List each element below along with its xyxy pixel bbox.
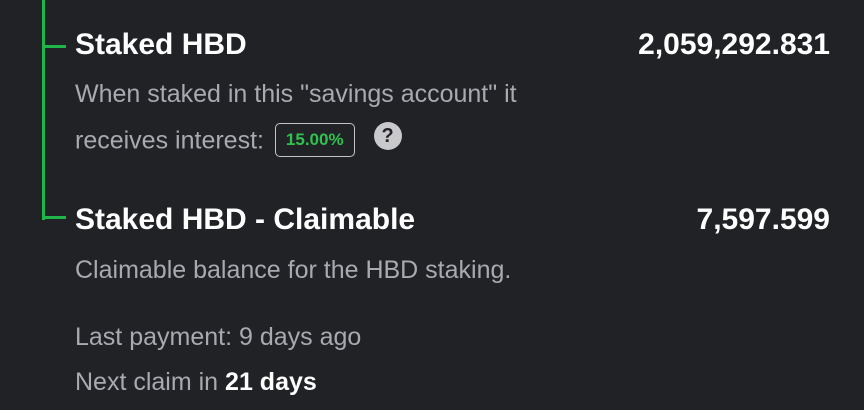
claimable-hbd-title: Staked HBD - Claimable	[75, 203, 416, 236]
claimable-hbd-description: Claimable balance for the HBD staking.	[75, 256, 512, 284]
tree-connector-line	[42, 0, 45, 220]
staked-hbd-title: Staked HBD	[75, 28, 247, 61]
interest-rate-badge: 15.00%	[274, 123, 355, 157]
staked-hbd-description-line1: When staked in this "savings account" it	[75, 80, 517, 108]
next-claim-label: Next claim in	[75, 368, 219, 396]
staked-hbd-amount: 2,059,292.831	[638, 28, 830, 61]
last-payment-text: Last payment: 9 days ago	[75, 323, 362, 351]
claimable-hbd-amount: 7,597.599	[696, 203, 830, 236]
staked-hbd-description-line2: receives interest: 15.00% ?	[75, 122, 402, 159]
next-claim-value: 21 days	[225, 368, 317, 396]
tree-branch-claimable	[42, 216, 66, 219]
interest-label: receives interest:	[75, 126, 264, 155]
help-icon[interactable]: ?	[373, 122, 402, 150]
next-claim-text: Next claim in 21 days	[75, 368, 317, 397]
tree-branch-staked	[42, 45, 66, 48]
